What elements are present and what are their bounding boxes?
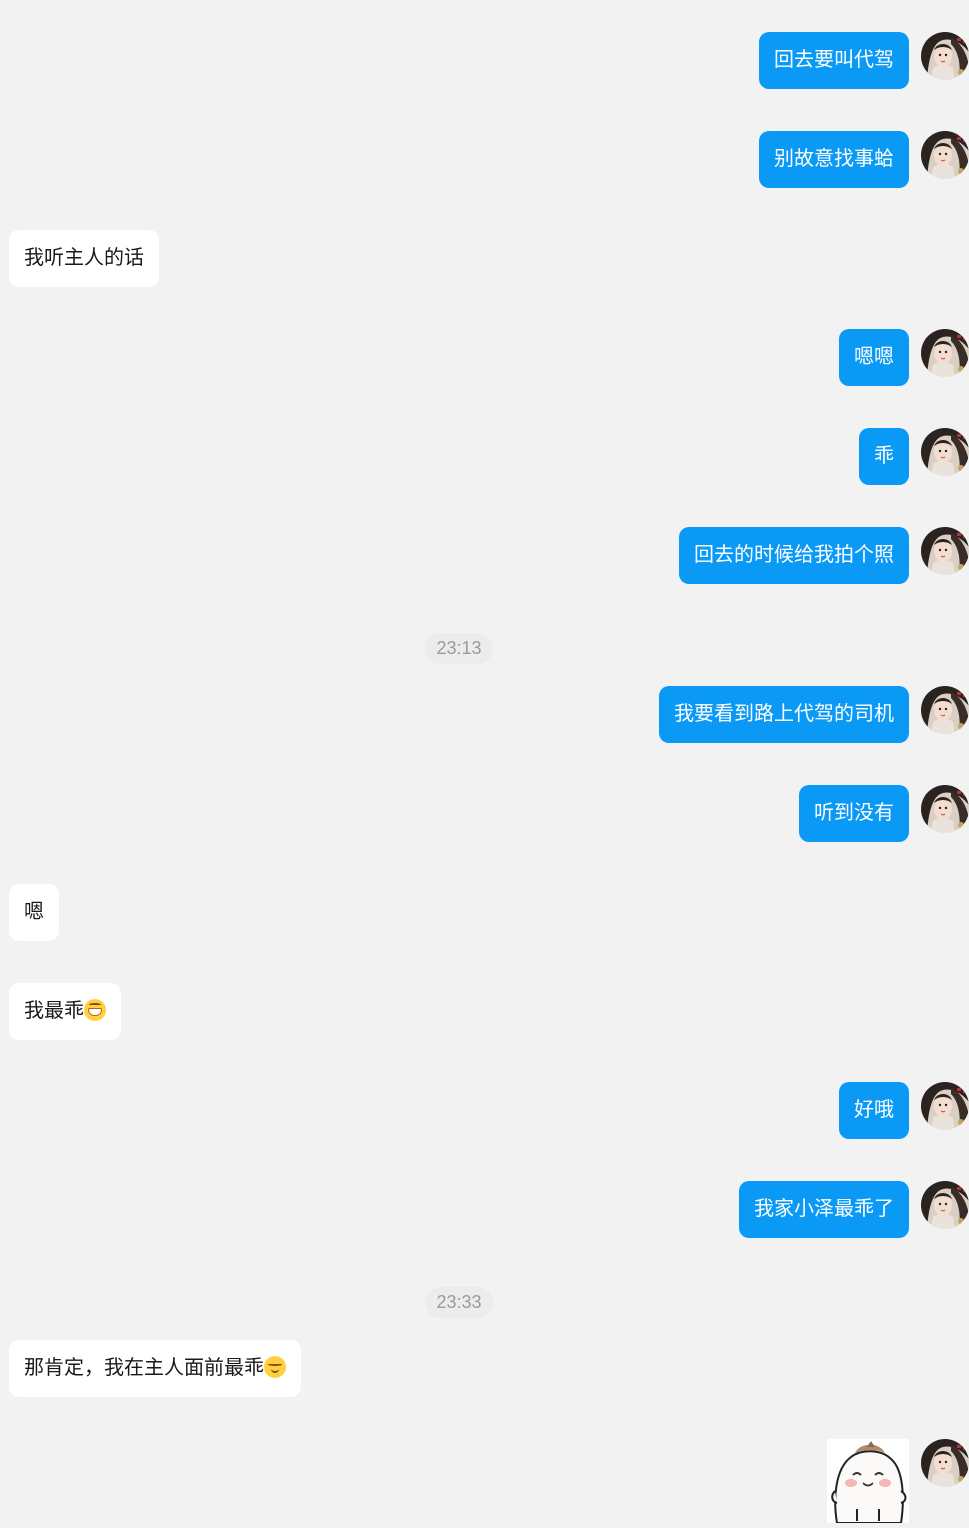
timestamp: 23:33 [425,1287,493,1318]
avatar[interactable] [921,329,969,377]
avatar[interactable] [921,428,969,476]
outgoing-message-bubble[interactable]: 回去的时候给我拍个照 [679,527,909,584]
avatar[interactable] [921,1181,969,1229]
outgoing-message-bubble[interactable]: 我家小泽最乖了 [739,1181,909,1238]
message-text: 那肯定，我在主人面前最乖 [24,1357,264,1379]
chat-message-list[interactable]: 回去要叫代驾 别故意找事蛤 我听主人的话 嗯嗯 乖 回去的时候给我拍个照 23:… [0,0,969,1524]
avatar[interactable] [921,1082,969,1130]
message-text: 嗯 [24,901,44,923]
outgoing-message-bubble[interactable]: 乖 [859,428,909,485]
message-text: 回去的时候给我拍个照 [694,544,894,566]
outgoing-message-bubble[interactable]: 回去要叫代驾 [759,32,909,89]
avatar[interactable] [921,32,969,80]
incoming-message-bubble[interactable]: 那肯定，我在主人面前最乖 [9,1340,301,1397]
timestamp: 23:13 [425,633,493,664]
message-text: 我要看到路上代驾的司机 [674,703,894,725]
incoming-message-bubble[interactable]: 我听主人的话 [9,230,159,287]
message-text: 我最乖 [24,1000,84,1022]
message-text: 嗯嗯 [854,346,894,368]
message-text: 回去要叫代驾 [774,49,894,71]
message-text: 别故意找事蛤 [774,148,894,170]
message-text: 好哦 [854,1099,894,1121]
avatar[interactable] [921,527,969,575]
avatar[interactable] [921,1439,969,1487]
outgoing-message-bubble[interactable]: 嗯嗯 [839,329,909,386]
message-text: 我家小泽最乖了 [754,1198,894,1220]
incoming-message-bubble[interactable]: 我最乖 [9,983,121,1040]
message-text: 我听主人的话 [24,247,144,269]
outgoing-message-bubble[interactable]: 好哦 [839,1082,909,1139]
smug-face-icon [264,1356,286,1378]
avatar[interactable] [921,686,969,734]
avatar[interactable] [921,785,969,833]
outgoing-message-bubble[interactable]: 听到没有 [799,785,909,842]
message-text: 听到没有 [814,802,894,824]
avatar[interactable] [921,131,969,179]
incoming-message-bubble[interactable]: 嗯 [9,884,59,941]
grin-face-icon [84,999,106,1021]
message-text: 乖 [874,445,894,467]
outgoing-message-bubble[interactable]: 我要看到路上代驾的司机 [659,686,909,743]
outgoing-message-bubble[interactable]: 别故意找事蛤 [759,131,909,188]
hamster-sticker[interactable] [827,1439,909,1524]
